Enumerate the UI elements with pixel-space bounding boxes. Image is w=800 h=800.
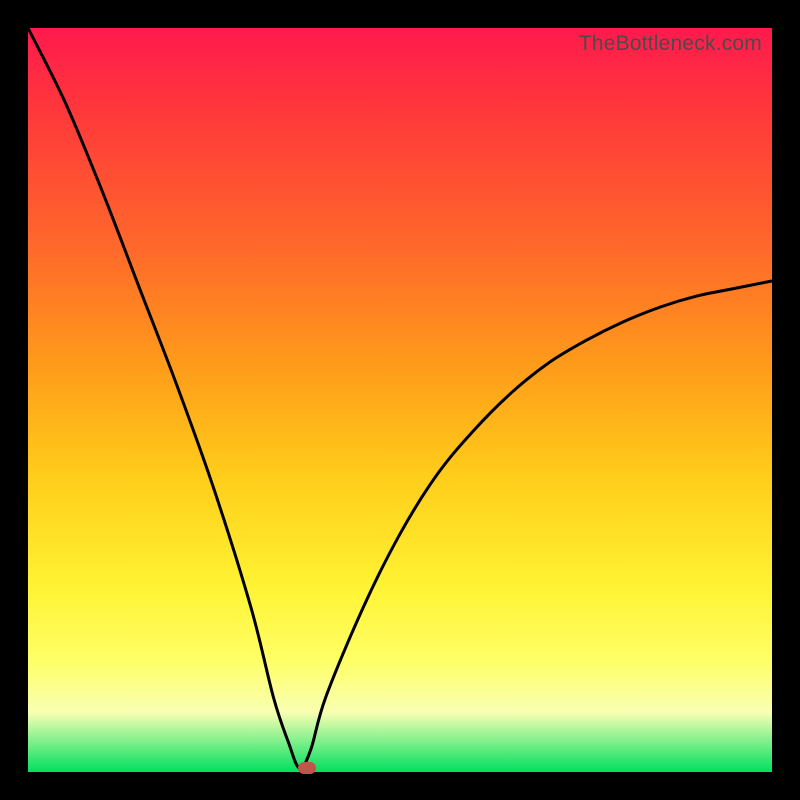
- plot-area: TheBottleneck.com: [28, 28, 772, 772]
- optimal-marker: [298, 762, 316, 774]
- bottleneck-curve: [28, 28, 772, 768]
- chart-frame: TheBottleneck.com: [0, 0, 800, 800]
- curve-svg: [28, 28, 772, 772]
